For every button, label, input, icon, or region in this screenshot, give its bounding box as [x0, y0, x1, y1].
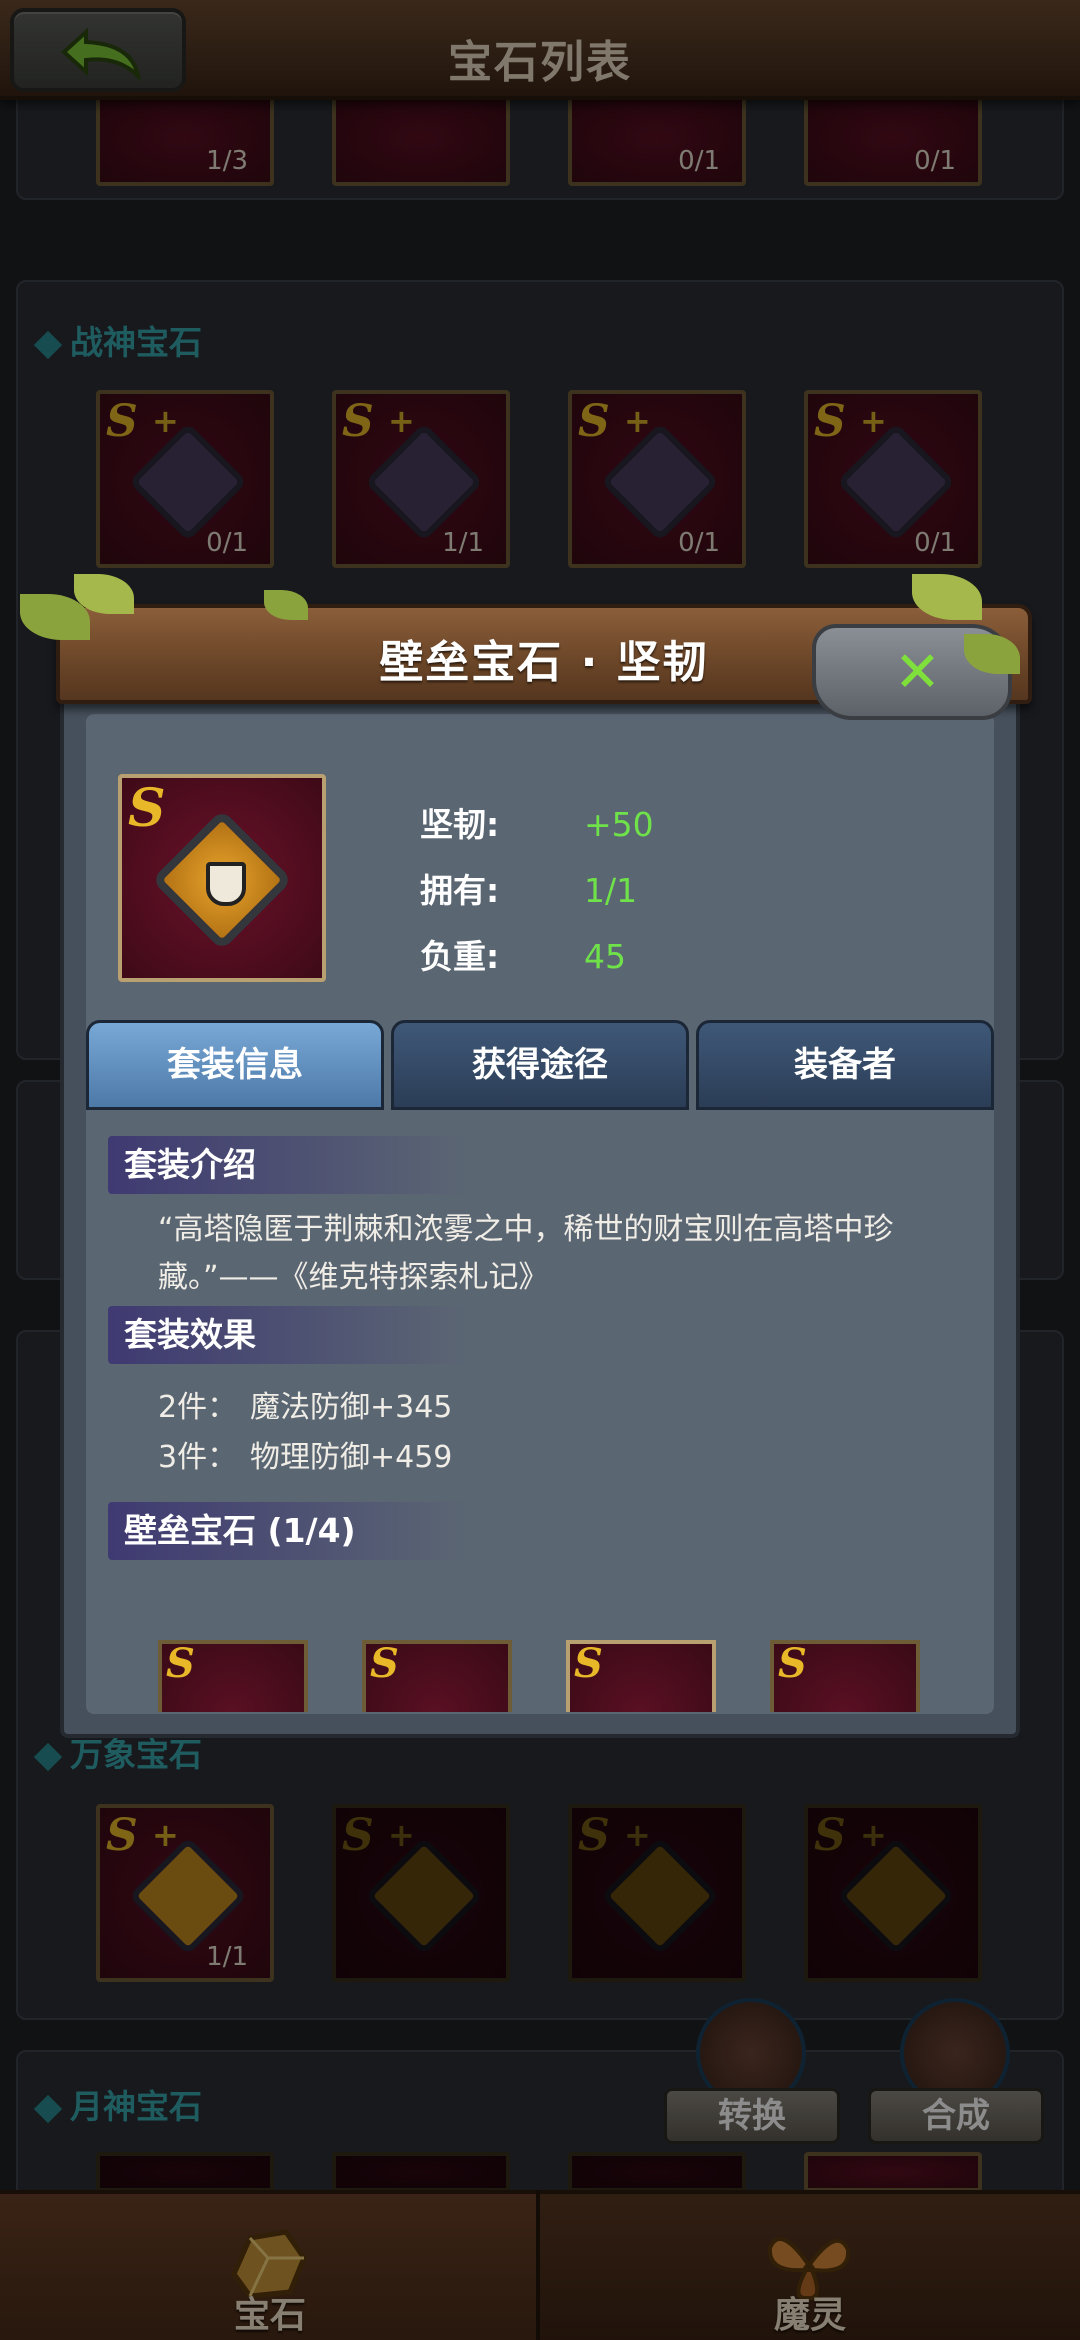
stat-value: 1/1	[584, 871, 638, 910]
set-member-slot[interactable]: S	[770, 1640, 920, 1712]
set-effect-row: 2件： 魔法防御+345	[158, 1382, 452, 1426]
set-member-slot[interactable]: S	[566, 1640, 716, 1712]
effect-bonus: 魔法防御+345	[250, 1390, 453, 1425]
grade-s-icon: S	[370, 1640, 399, 1687]
stat-row: 负重: 45	[420, 930, 626, 978]
stat-label: 拥有:	[420, 871, 500, 910]
effect-pieces: 3件：	[158, 1440, 238, 1475]
tab-set-info[interactable]: 套装信息	[86, 1020, 384, 1110]
stat-row: 坚韧: +50	[420, 798, 654, 846]
grade-s-icon: S	[128, 778, 166, 839]
stat-row: 拥有: 1/1	[420, 864, 637, 912]
shield-icon	[206, 862, 246, 906]
tab-bar: 套装信息 获得途径 装备者	[86, 1020, 994, 1114]
set-members-heading: 壁垒宝石 (1/4)	[108, 1502, 468, 1560]
close-icon: ✕	[894, 640, 941, 705]
stat-value: +50	[584, 805, 654, 844]
tab-obtain-method[interactable]: 获得途径	[391, 1020, 689, 1110]
effect-pieces: 2件：	[158, 1390, 238, 1425]
set-effect-heading: 套装效果	[108, 1306, 468, 1364]
set-member-slot[interactable]: S	[158, 1640, 308, 1712]
gem-detail-dialog: 壁垒宝石 · 坚韧 ✕ S 坚韧: +50 拥有: 1/1 负重: 45 套装信息 获…	[20, 574, 1032, 1738]
set-intro-text: “高塔隐匿于荆棘和浓雾之中，稀世的财宝则在高塔中珍藏。”——《维克特探索札记》	[158, 1212, 894, 1295]
tab-equipped-by[interactable]: 装备者	[696, 1020, 994, 1110]
set-effect-row: 3件： 物理防御+459	[158, 1432, 452, 1476]
grade-s-icon: S	[574, 1640, 603, 1687]
stat-label: 负重:	[420, 937, 500, 976]
set-intro-heading: 套装介绍	[108, 1136, 468, 1194]
gem-item-icon: S	[118, 774, 326, 982]
set-member-slot[interactable]: S	[362, 1640, 512, 1712]
grade-s-icon: S	[778, 1640, 807, 1687]
effect-bonus: 物理防御+459	[250, 1440, 453, 1475]
grade-s-icon: S	[166, 1640, 195, 1687]
stat-label: 坚韧:	[420, 805, 500, 844]
tab-content: 套装介绍 “高塔隐匿于荆棘和浓雾之中，稀世的财宝则在高塔中珍藏。”——《维克特探…	[86, 1112, 994, 1712]
stat-value: 45	[584, 937, 626, 976]
